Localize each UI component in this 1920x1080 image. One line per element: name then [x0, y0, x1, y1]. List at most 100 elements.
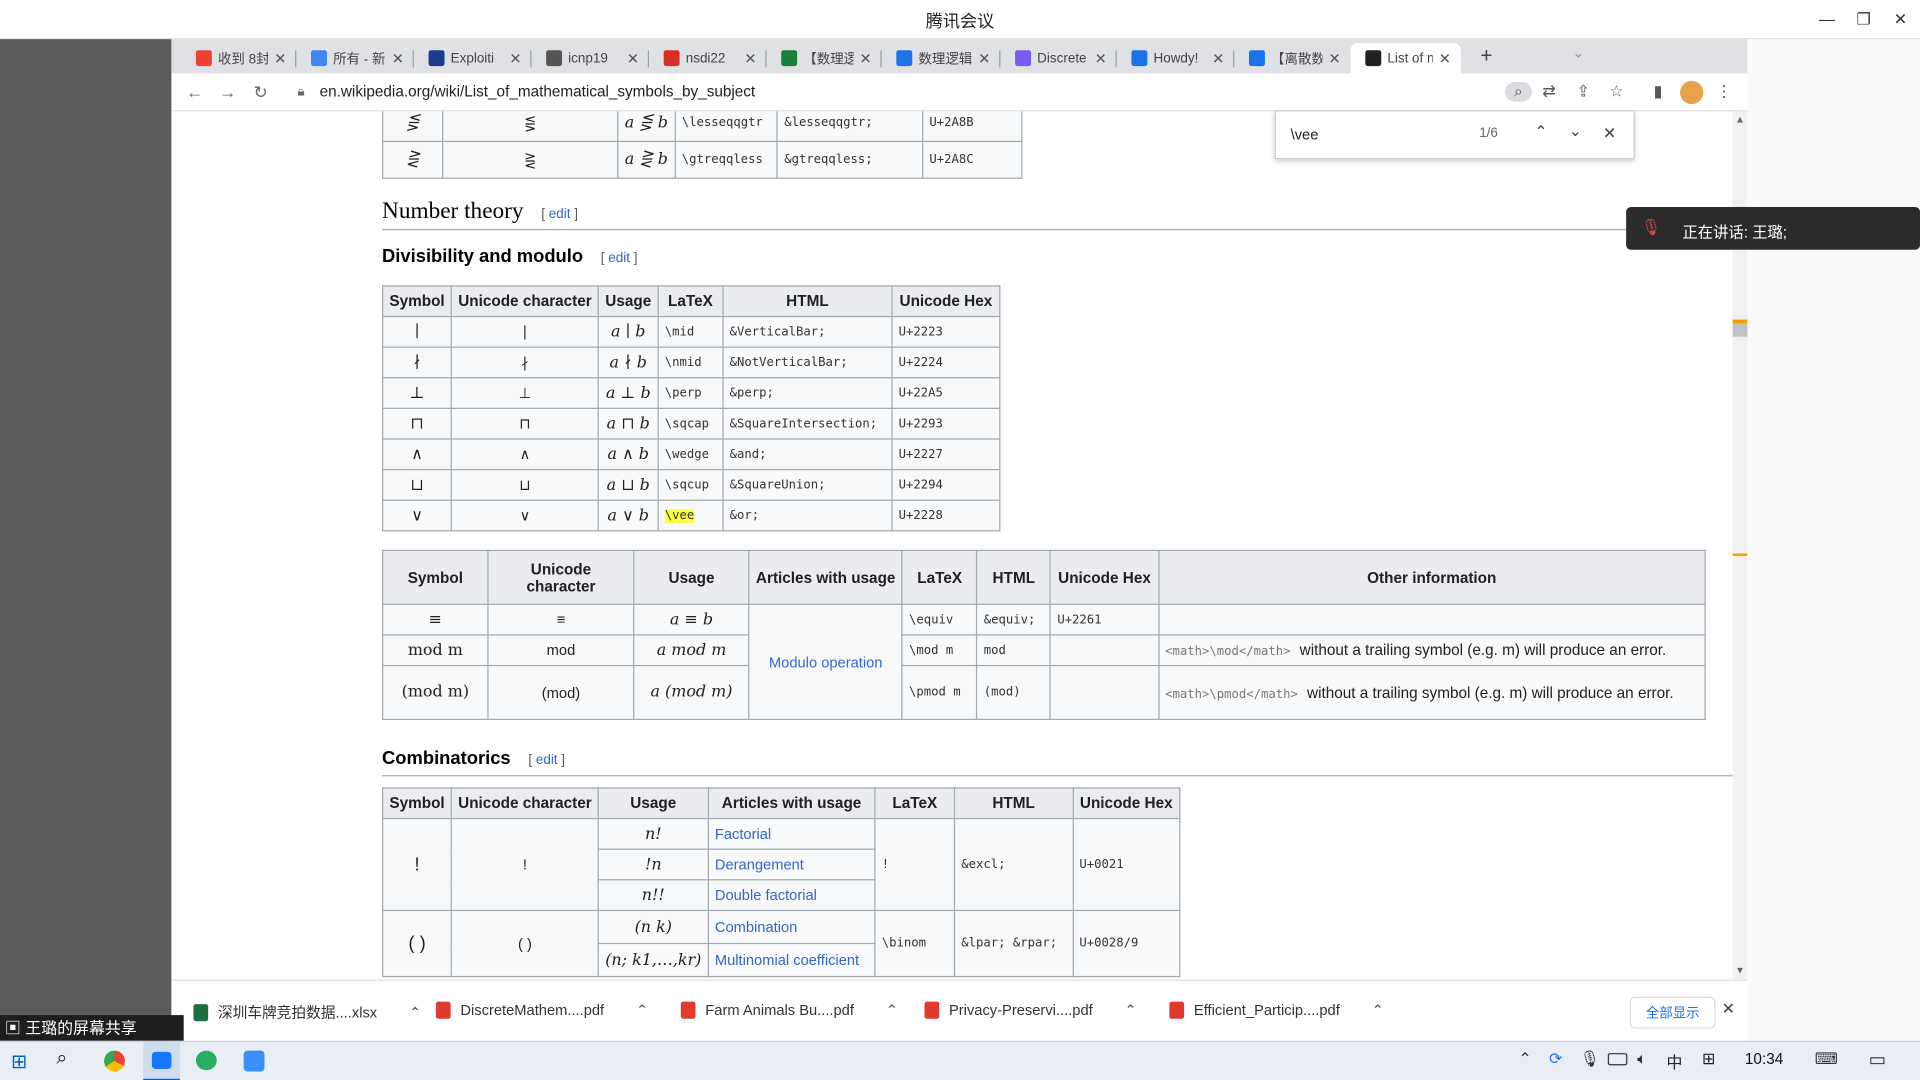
downloads-close-icon[interactable]: ✕: [1722, 999, 1735, 1019]
tab-close-icon[interactable]: ✕: [1439, 50, 1451, 67]
download-options-icon[interactable]: ⌃: [1372, 1002, 1384, 1019]
article-link[interactable]: Multinomial coefficient: [715, 951, 859, 968]
tab-close-icon[interactable]: ✕: [978, 50, 990, 67]
edit-link[interactable]: edit: [549, 207, 571, 222]
speaking-indicator: 🎙︎ 正在讲话: 王璐;: [1626, 206, 1920, 250]
menu-icon[interactable]: ⋮: [1714, 82, 1734, 102]
forward-icon[interactable]: →: [219, 82, 236, 102]
article-link[interactable]: Derangement: [715, 856, 804, 873]
browser-tab[interactable]: 数理逻辑 ✕: [882, 43, 1001, 74]
find-prev-icon[interactable]: ⌃: [1534, 122, 1547, 142]
tab-close-icon[interactable]: ✕: [1329, 50, 1341, 67]
browser-tab[interactable]: 【离散数 ✕: [1234, 43, 1350, 74]
volume-icon[interactable]: 🔈︎: [1637, 1049, 1647, 1069]
tab-close-icon[interactable]: ✕: [509, 50, 521, 67]
close-icon[interactable]: ✕: [1887, 7, 1914, 31]
minimize-icon[interactable]: —: [1813, 7, 1840, 31]
tab-close-icon[interactable]: ✕: [274, 50, 286, 67]
article-cell: Double factorial: [707, 879, 876, 912]
chrome-icon[interactable]: [104, 1050, 125, 1072]
meeting-title-bar: 腾讯会议 — ❐ ✕: [0, 0, 1920, 40]
html-cell-text: &VerticalBar;: [729, 325, 826, 339]
restore-icon[interactable]: ❐: [1850, 7, 1877, 31]
keyboard-icon[interactable]: ⌨︎: [1815, 1049, 1838, 1069]
clock[interactable]: 10:34: [1745, 1051, 1783, 1068]
download-options-icon[interactable]: ⌃: [409, 1003, 421, 1020]
find-count: 1/6: [1479, 126, 1498, 141]
scroll-up-icon[interactable]: ▲: [1735, 114, 1745, 125]
browser-tab[interactable]: 收到 8封 ✕: [181, 43, 296, 74]
back-icon[interactable]: ←: [186, 82, 203, 102]
show-all-button[interactable]: 全部显示: [1629, 996, 1716, 1029]
download-item[interactable]: DiscreteMathem....pdf ⌃: [435, 1001, 648, 1019]
html-cell-text: &NotVerticalBar;: [729, 355, 848, 370]
side-panel-icon[interactable]: ▮: [1648, 82, 1668, 102]
browser-tab[interactable]: icnp19 ✕: [531, 43, 649, 74]
reload-icon[interactable]: ↻: [253, 82, 267, 103]
microphone-icon[interactable]: 🎙︎: [1580, 1049, 1600, 1069]
browser-tab[interactable]: 所有 - 新 ✕: [296, 43, 414, 74]
translate-icon[interactable]: ⇄: [1539, 82, 1559, 102]
tab-search-icon[interactable]: ⌄: [1572, 44, 1584, 61]
tab-close-icon[interactable]: ✕: [1212, 50, 1224, 67]
tab-close-icon[interactable]: ✕: [1095, 50, 1107, 67]
html-cell: mod: [976, 634, 1052, 667]
ime-indicator[interactable]: 中: [1667, 1049, 1683, 1072]
edit-link[interactable]: edit: [608, 251, 630, 266]
app-icon[interactable]: [243, 1050, 265, 1072]
tab-close-icon[interactable]: ✕: [392, 50, 404, 67]
browser-tab[interactable]: nsdi22 ✕: [649, 43, 767, 74]
download-item[interactable]: Privacy-Preservi....pdf ⌃: [924, 1001, 1137, 1019]
prev-table: ⋚ ⋚ a ⋚ b \lesseqqgtr &lesseqqgtr; U+2A8B ⋛ ⋛ a …: [382, 111, 1023, 179]
wechat-icon[interactable]: [195, 1050, 217, 1071]
tray-chevron-icon[interactable]: ⌃: [1518, 1049, 1531, 1069]
windows-start-icon[interactable]: ⊞: [11, 1049, 27, 1073]
search-icon[interactable]: ⌕: [56, 1048, 67, 1070]
bookmark-star-icon[interactable]: ☆: [1607, 82, 1627, 102]
share-icon[interactable]: ⇪: [1573, 82, 1593, 102]
download-options-icon[interactable]: ⌃: [1125, 1002, 1137, 1019]
scroll-down-icon[interactable]: ▼: [1735, 965, 1745, 976]
find-icon[interactable]: ⌕: [1504, 82, 1532, 102]
tab-title: Howdy!: [1153, 50, 1199, 66]
browser-tab[interactable]: 【数理逻 ✕: [767, 43, 882, 74]
divisibility-table: Symbol Unicode character Usage LaTeX HTML Uni…: [382, 285, 1001, 532]
notification-icon[interactable]: ▭: [1869, 1048, 1886, 1070]
modulo-operation-link[interactable]: Modulo operation: [769, 653, 883, 670]
symbol-cell-text: ∤: [413, 353, 421, 372]
tab-close-icon[interactable]: ✕: [627, 50, 639, 67]
tab-close-icon[interactable]: ✕: [744, 50, 756, 67]
browser-tab[interactable]: Howdy! ✕: [1117, 43, 1235, 74]
browser-tab[interactable]: List of m ✕: [1350, 42, 1461, 74]
battery-icon[interactable]: [1607, 1053, 1628, 1066]
sync-icon[interactable]: ⟳: [1549, 1049, 1562, 1069]
article-link[interactable]: Factorial: [715, 825, 771, 842]
new-tab-icon[interactable]: +: [1480, 44, 1492, 68]
article-link[interactable]: Combination: [715, 918, 798, 935]
find-next-icon[interactable]: ⌄: [1569, 121, 1582, 141]
article-link[interactable]: Double factorial: [715, 887, 817, 904]
hex-cell-text: U+2294: [898, 478, 943, 492]
download-item[interactable]: Efficient_Particip....pdf ⌃: [1169, 1001, 1384, 1019]
download-item[interactable]: Farm Animals Bu....pdf ⌃: [680, 1001, 898, 1019]
column-header: HTML: [953, 787, 1074, 820]
unicode-cell-text: ⊓: [519, 415, 531, 433]
ime-mode-icon[interactable]: ⊞: [1702, 1049, 1715, 1069]
hex-cell: U+2294: [891, 468, 1001, 501]
url-field[interactable]: en.wikipedia.org/wiki/List_of_mathematic…: [320, 83, 756, 100]
unicode-cell: ( ): [450, 909, 600, 978]
usage-cell-text: a ∧ b: [607, 445, 649, 464]
browser-tab[interactable]: Discrete ✕: [1000, 43, 1116, 74]
tab-close-icon[interactable]: ✕: [860, 50, 872, 67]
find-input[interactable]: \vee: [1291, 126, 1319, 143]
download-options-icon[interactable]: ⌃: [636, 1002, 648, 1019]
download-item[interactable]: 深圳车牌竞拍数据....xlsx ⌃: [193, 1002, 421, 1023]
profile-avatar[interactable]: [1680, 80, 1704, 105]
find-close-icon[interactable]: ✕: [1603, 124, 1616, 144]
edit-link[interactable]: edit: [536, 753, 558, 768]
hex-cell: U+2293: [891, 407, 1001, 440]
download-filename: DiscreteMathem....pdf: [460, 1001, 605, 1019]
browser-tab[interactable]: Exploiti ✕: [414, 43, 532, 74]
hex-cell: U+0021: [1072, 817, 1181, 912]
download-options-icon[interactable]: ⌃: [886, 1002, 898, 1019]
